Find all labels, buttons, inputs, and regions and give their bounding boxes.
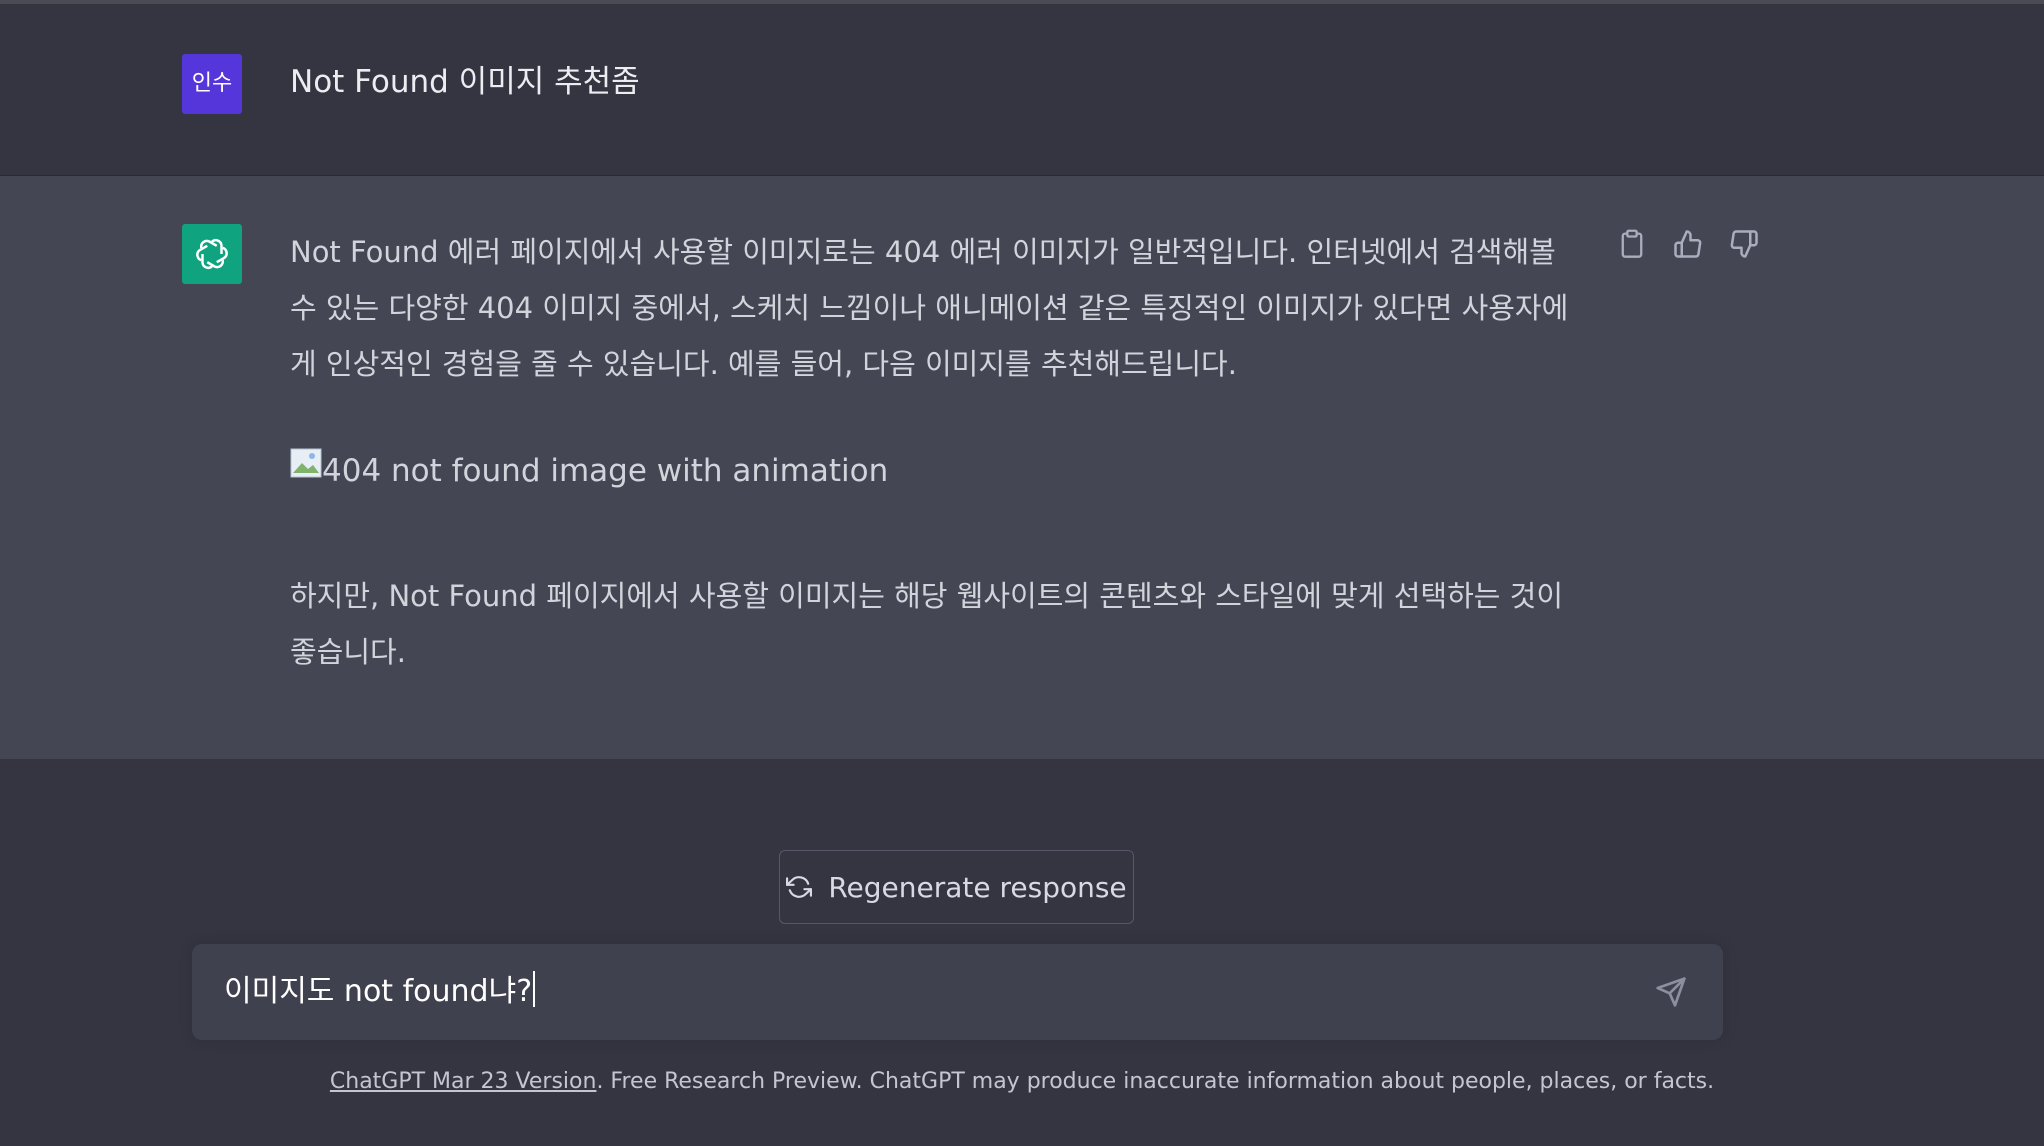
- assistant-message-body: Not Found 에러 페이지에서 사용할 이미지로는 404 에러 이미지가…: [290, 224, 1590, 680]
- image-alt-text: 404 not found image with animation: [322, 453, 889, 489]
- message-input-value: 이미지도 not found냐?: [224, 974, 533, 1009]
- message-input[interactable]: 이미지도 not found냐?: [224, 970, 536, 1014]
- text-caret: [533, 971, 536, 1007]
- assistant-paragraph-1: Not Found 에러 페이지에서 사용할 이미지로는 404 에러 이미지가…: [290, 235, 1569, 381]
- copy-button[interactable]: [1616, 228, 1648, 260]
- assistant-paragraph-2: 하지만, Not Found 페이지에서 사용할 이미지는 해당 웹사이트의 콘…: [290, 579, 1564, 669]
- broken-image-icon: [290, 448, 322, 478]
- message-composer[interactable]: 이미지도 not found냐?: [192, 944, 1723, 1040]
- message-actions: [1616, 228, 1760, 260]
- user-message-row: 인수 Not Found 이미지 추천좀: [0, 4, 2044, 176]
- copy-icon: [1621, 229, 1643, 258]
- send-icon: [1656, 977, 1686, 1007]
- user-avatar: 인수: [182, 54, 242, 114]
- openai-logo-icon: [196, 238, 228, 270]
- regenerate-response-button[interactable]: Regenerate response: [779, 850, 1134, 924]
- thumbs-up-icon: [1674, 230, 1702, 258]
- broken-image: 404 not found image with animation: [290, 448, 1590, 504]
- send-button[interactable]: [1653, 974, 1689, 1010]
- assistant-avatar: [182, 224, 242, 284]
- version-link[interactable]: ChatGPT Mar 23 Version: [330, 1069, 597, 1094]
- thumbs-down-button[interactable]: [1728, 228, 1760, 260]
- disclaimer-text: . Free Research Preview. ChatGPT may pro…: [596, 1069, 1715, 1094]
- user-message-text: Not Found 이미지 추천좀: [290, 64, 640, 100]
- regenerate-label: Regenerate response: [828, 870, 1127, 904]
- footer-disclaimer: ChatGPT Mar 23 Version. Free Research Pr…: [0, 1064, 2044, 1100]
- thumbs-down-icon: [1730, 230, 1758, 258]
- thumbs-up-button[interactable]: [1672, 228, 1704, 260]
- assistant-message-row: Not Found 에러 페이지에서 사용할 이미지로는 404 에러 이미지가…: [0, 176, 2044, 759]
- refresh-icon: [786, 876, 813, 898]
